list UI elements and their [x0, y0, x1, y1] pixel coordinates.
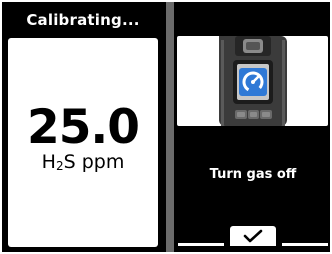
unit-label: ppm — [81, 151, 125, 173]
confirm-button[interactable] — [230, 226, 276, 246]
calibration-status-title: Calibrating... — [26, 11, 140, 29]
gas-reading-value: 25.0 — [27, 100, 140, 155]
screen-frame: Calibrating... 25.0 H2S ppm Turn gas off — [2, 2, 330, 252]
gas-formula-suffix: S — [63, 151, 76, 173]
instruction-text: Turn gas off — [209, 167, 297, 182]
softkey-bar-right — [282, 243, 328, 246]
gas-formula-prefix: H — [41, 151, 56, 173]
right-panel: Turn gas off — [174, 2, 330, 252]
gas-formula-subscript: 2 — [55, 159, 64, 173]
checkmark-icon — [243, 229, 263, 243]
gas-detector-icon — [219, 36, 287, 126]
softkey-bar-left — [178, 243, 224, 246]
gas-detector-illustration — [177, 36, 328, 126]
reading-card: 25.0 H2S ppm — [8, 38, 158, 247]
left-panel: Calibrating... 25.0 H2S ppm — [2, 2, 166, 252]
panel-divider — [166, 2, 174, 252]
gas-reading-unit: H2S ppm — [8, 151, 158, 173]
